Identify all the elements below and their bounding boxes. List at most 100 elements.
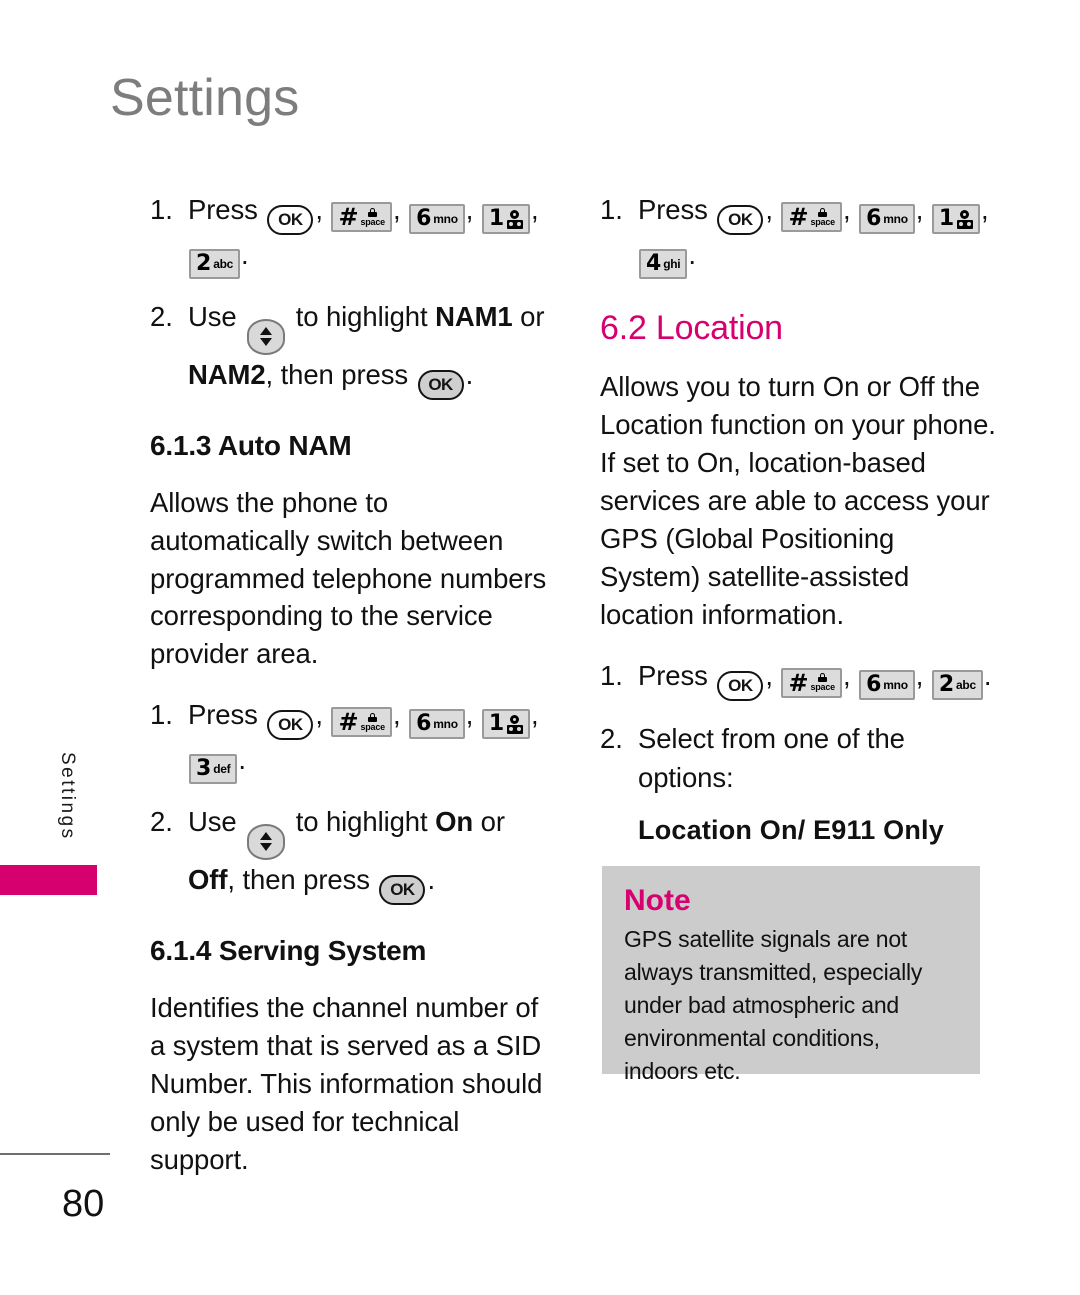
option-off: Off — [188, 863, 228, 895]
hash-sub-label: space — [360, 721, 385, 732]
step-verb: Use — [188, 301, 237, 333]
lock-icon — [368, 207, 378, 217]
comma: , — [765, 659, 773, 691]
hash-symbol: # — [338, 708, 359, 737]
key-hash-space-icon: # space — [781, 202, 842, 232]
side-tab-label: Settings — [57, 752, 78, 841]
period: . — [241, 239, 249, 271]
key-digit: 6 — [866, 206, 882, 231]
hash-sub-label: space — [810, 216, 835, 227]
key-sub-label: abc — [956, 677, 976, 692]
step-tail-text: , then press — [265, 358, 409, 390]
hash-sub-label: space — [810, 682, 835, 693]
key-1-voicemail-icon: 1 — [481, 709, 531, 740]
step-press-auto-nam-menu: 1. Press OK, # space , 6 mno , 1 , 3 def… — [150, 695, 550, 785]
key-hash-space-icon: # space — [331, 707, 392, 738]
key-2-abc-icon: 2 abc — [931, 669, 983, 700]
note-body: GPS satellite signals are not always tra… — [624, 926, 923, 1084]
location-options-list: Location On/ E911 Only — [638, 814, 944, 845]
comma: , — [915, 659, 924, 691]
hash-sub-stack: space — [360, 712, 385, 732]
conjunction-or: or — [480, 806, 505, 838]
comma: , — [981, 194, 989, 225]
hash-symbol: # — [788, 668, 809, 697]
conjunction-or: or — [520, 301, 545, 333]
key-6-mno-icon: 6 mno — [859, 204, 915, 234]
comma: , — [465, 194, 474, 225]
key-ok-icon: OK — [267, 710, 314, 741]
hash-sub-stack: space — [360, 207, 385, 227]
key-3-def-icon: 3 def — [189, 754, 238, 785]
option-on: On — [435, 806, 474, 838]
key-6-mno-icon: 6 mno — [859, 669, 915, 700]
voicemail-icon — [956, 209, 973, 229]
body-auto-nam: Allows the phone to automatically switch… — [150, 486, 547, 670]
comma: , — [315, 699, 323, 731]
step-verb: Use — [188, 806, 237, 838]
hash-sub-stack: space — [810, 673, 835, 692]
step-verb: Press — [638, 194, 708, 225]
navigation-updown-icon — [247, 823, 286, 860]
hash-sub-label: space — [360, 216, 385, 227]
page-title: Settings — [110, 69, 300, 127]
comma: , — [531, 194, 539, 225]
side-tab-marker — [0, 865, 97, 895]
key-sub-label: ghi — [663, 257, 681, 272]
key-6-mno-icon: 6 mno — [409, 709, 465, 740]
comma: , — [392, 194, 401, 225]
comma: , — [765, 194, 773, 225]
step-verb: Press — [188, 699, 258, 731]
note-title: Note — [624, 884, 691, 917]
key-digit: 6 — [866, 671, 882, 697]
step-press-nam-menu: 1. Press OK, # space , 6 mno , 1 , 2 abc… — [150, 190, 550, 280]
step-number: 2. — [600, 722, 623, 754]
key-4-ghi-icon: 4 ghi — [639, 249, 688, 280]
key-digit: 1 — [938, 206, 955, 231]
step-highlight-nam: 2. Use to highlight NAM1 or NAM2, then p… — [150, 297, 550, 400]
comma: , — [915, 194, 924, 225]
step-number: 1. — [150, 194, 173, 225]
key-1-voicemail-icon: 1 — [481, 204, 531, 234]
key-digit: 1 — [488, 206, 505, 231]
key-ok-icon: OK — [717, 205, 764, 236]
key-sub-label: def — [213, 762, 231, 777]
key-sub-label: abc — [213, 257, 233, 272]
body-serving-system: Identifies the channel number of a syste… — [150, 991, 543, 1175]
key-ok-icon: OK — [717, 670, 764, 701]
comma: , — [531, 699, 539, 731]
period: . — [688, 239, 696, 271]
hash-symbol: # — [338, 203, 359, 231]
key-1-voicemail-icon: 1 — [931, 204, 981, 234]
key-2-abc-icon: 2 abc — [189, 249, 240, 280]
period: . — [465, 358, 474, 390]
step-number: 1. — [150, 699, 173, 731]
lock-icon — [818, 207, 828, 217]
key-ok-icon: OK — [417, 369, 464, 400]
key-digit: 2 — [938, 671, 955, 697]
step-press-location-menu: 1. Press OK, # space , 6 mno , 2 abc . — [600, 656, 1000, 701]
comma: , — [842, 659, 851, 691]
hash-symbol: # — [788, 203, 809, 231]
option-nam2: NAM2 — [188, 358, 266, 390]
step-number: 2. — [150, 301, 173, 333]
key-digit: 6 — [416, 206, 432, 231]
page-number: 80 — [62, 1183, 105, 1225]
heading-auto-nam: 6.1.3 Auto NAM — [150, 429, 352, 461]
period: . — [427, 863, 435, 895]
heading-serving-system: 6.1.4 Serving System — [150, 934, 427, 966]
comma: , — [392, 699, 401, 731]
footer-divider — [0, 1153, 110, 1155]
lock-icon — [368, 712, 378, 722]
step-number: 1. — [600, 194, 623, 225]
step-select-options: 2. Select from one of the options: — [600, 719, 1000, 797]
step-tail-text: , then press — [227, 863, 370, 895]
step-mid-text: to highlight — [295, 806, 428, 838]
option-nam1: NAM1 — [435, 301, 513, 333]
key-digit: 1 — [488, 711, 505, 737]
navigation-updown-icon — [247, 318, 286, 355]
key-6-mno-icon: 6 mno — [409, 204, 465, 234]
step-number: 2. — [150, 806, 173, 838]
key-ok-icon: OK — [379, 874, 426, 905]
step-verb: Press — [188, 194, 258, 225]
key-digit: 2 — [196, 251, 212, 277]
